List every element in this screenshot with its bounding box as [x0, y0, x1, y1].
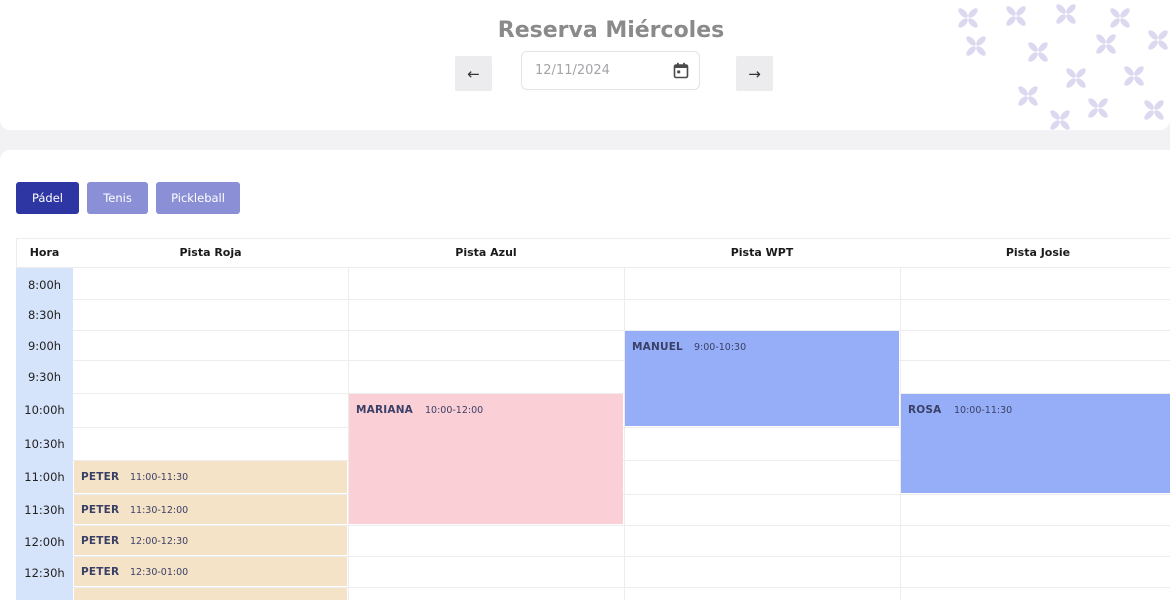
- booking-name: ROSA: [908, 404, 942, 416]
- booking-time: 10:00-12:00: [425, 405, 484, 416]
- booking-time: 12:30-01:00: [130, 567, 189, 578]
- page-title: Reserva Miércoles: [497, 18, 725, 43]
- hour-label: 12:00h: [24, 535, 65, 549]
- hour-label: 11:30h: [24, 503, 65, 517]
- booking-name: MANUEL: [632, 341, 683, 353]
- hour-label: 10:30h: [24, 437, 65, 451]
- booking-slot[interactable]: MANUEL 9:00-10:30: [625, 331, 899, 426]
- court-header-pista-josie: Pista Josie: [1005, 246, 1071, 259]
- tab-padel[interactable]: Pádel: [16, 182, 79, 214]
- booking-name: PETER: [81, 535, 120, 547]
- booking-slot[interactable]: PETER 12:00-12:30: [74, 526, 347, 555]
- arrow-right-icon: →: [748, 64, 761, 83]
- date-value: 12/11/2024: [535, 63, 610, 78]
- court-header-pista-wpt: Pista WPT: [730, 246, 794, 259]
- booking-slot[interactable]: [74, 588, 347, 600]
- booking-slot[interactable]: PETER 11:00-11:30: [74, 461, 347, 493]
- date-picker-field[interactable]: 12/11/2024: [521, 51, 700, 90]
- booking-slot[interactable]: MARIANA 10:00-12:00: [349, 394, 623, 524]
- booking-slot[interactable]: PETER 11:30-12:00: [74, 495, 347, 524]
- hour-header: Hora: [29, 246, 60, 259]
- previous-day-button[interactable]: ←: [455, 56, 492, 91]
- hour-label: 8:00h: [27, 278, 62, 292]
- hour-label: 9:00h: [27, 339, 62, 353]
- schedule-table: Hora Pista Roja Pista Azul Pista WPT Pis…: [16, 238, 1170, 600]
- column-divider: [624, 268, 625, 600]
- row-divider: [73, 299, 1170, 300]
- arrow-left-icon: ←: [467, 64, 480, 83]
- court-header-pista-roja: Pista Roja: [179, 246, 242, 259]
- calendar-icon[interactable]: [673, 62, 689, 79]
- tab-pickleball[interactable]: Pickleball: [156, 182, 240, 214]
- tab-tenis[interactable]: Tenis: [87, 182, 148, 214]
- booking-time: 9:00-10:30: [694, 342, 747, 353]
- next-day-button[interactable]: →: [736, 56, 773, 91]
- booking-time: 11:00-11:30: [130, 472, 189, 483]
- header-card: Reserva Miércoles ← 12/11/2024 →: [0, 0, 1170, 130]
- hour-label: 8:30h: [27, 308, 62, 322]
- row-divider: [73, 330, 1170, 331]
- booking-time: 12:00-12:30: [130, 536, 189, 547]
- booking-panel: Pádel Tenis Pickleball Hora Pista Roja P…: [0, 150, 1170, 600]
- booking-time: 10:00-11:30: [954, 405, 1013, 416]
- row-divider: [73, 360, 1170, 361]
- hour-label: 10:00h: [24, 403, 65, 417]
- booking-time: 11:30-12:00: [130, 505, 189, 516]
- booking-name: MARIANA: [356, 404, 414, 416]
- hour-label: 9:30h: [27, 370, 62, 384]
- court-header-pista-azul: Pista Azul: [455, 246, 517, 259]
- booking-slot[interactable]: ROSA 10:00-11:30: [901, 394, 1170, 493]
- booking-name: PETER: [81, 471, 120, 483]
- hour-label: 11:00h: [24, 470, 65, 484]
- hour-label: 12:30h: [24, 566, 65, 580]
- booking-name: PETER: [81, 504, 120, 516]
- booking-name: PETER: [81, 566, 120, 578]
- booking-slot[interactable]: PETER 12:30-01:00: [74, 557, 347, 586]
